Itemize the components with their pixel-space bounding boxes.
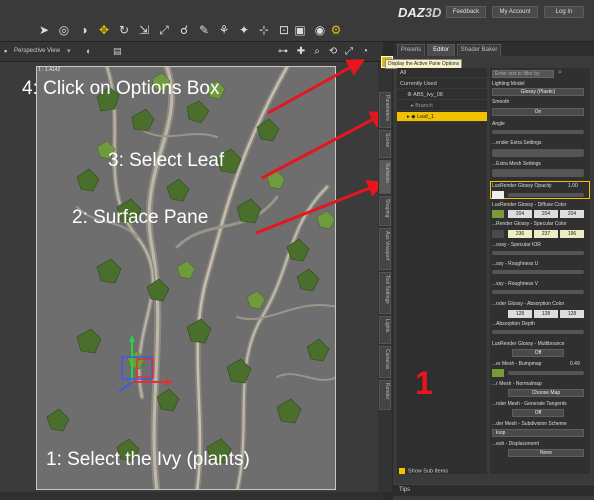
tips-label: Tips xyxy=(399,487,411,493)
property-list: Enter text to filter by ⌕ Lighting Model… xyxy=(490,68,590,474)
absorption-r[interactable]: 128 xyxy=(508,310,532,318)
diffuse-label: LuxRender Glossy - Diffuse Color xyxy=(492,202,567,208)
opacity-value[interactable]: 1.00 xyxy=(568,183,578,189)
multibounce-label: LuxRender Glossy - Multibounce xyxy=(492,341,565,347)
lighting-model-label: Lighting Model xyxy=(492,81,525,87)
tangents-toggle[interactable]: Off xyxy=(512,409,564,417)
specular-map-swatch[interactable] xyxy=(492,230,504,238)
tab-scene[interactable]: Scene xyxy=(379,130,391,158)
tree-item-all[interactable]: All xyxy=(397,68,487,78)
abs-depth-label: ...Absorption Depth xyxy=(492,321,535,327)
viewport-bottom-bar xyxy=(0,492,383,500)
side-tab-strip: Parameters Scene Surfaces Shaping Aux Vi… xyxy=(378,62,392,492)
opacity-label: LuxRender Glossy Opacity xyxy=(492,183,552,189)
show-sub-items-label: Show Sub Items xyxy=(408,468,449,475)
tab-lights[interactable]: Lights xyxy=(379,316,391,344)
tab-cameras[interactable]: Cameras xyxy=(379,346,391,378)
tab-label: Render xyxy=(384,383,390,400)
tab-tool-settings[interactable]: Tool Settings xyxy=(379,272,391,314)
tree-label: AB5_Ivy_08 xyxy=(413,92,443,98)
filter-input[interactable]: Enter text to filter by xyxy=(492,70,554,78)
specular-g[interactable]: 237 xyxy=(534,230,558,238)
pane-tabs: Presets Editor Shader Baker xyxy=(393,42,594,56)
absorption-g[interactable]: 128 xyxy=(534,310,558,318)
multibounce-toggle[interactable]: Off xyxy=(512,349,564,357)
rough-v-slider[interactable] xyxy=(492,290,584,294)
tree-label: Leaf_1 xyxy=(417,114,434,120)
tree-item-currently-used[interactable]: Currently Used xyxy=(397,79,487,89)
search-icon[interactable]: ⌕ xyxy=(558,69,562,77)
subdiv-select[interactable]: loop xyxy=(492,429,584,437)
tree-item-branch[interactable]: ▸ Branch xyxy=(397,101,487,111)
normalmap-label: ...r Mesh - Normalmap xyxy=(492,381,542,387)
smooth-label: Smooth xyxy=(492,99,510,105)
diffuse-g[interactable]: 204 xyxy=(534,210,558,218)
tab-editor[interactable]: Editor xyxy=(427,44,455,56)
show-sub-items[interactable]: Show Sub Items xyxy=(399,468,448,474)
extra-mesh-group[interactable] xyxy=(492,169,584,177)
tab-label: Aux Viewport xyxy=(384,231,390,261)
tab-label: Lights xyxy=(384,319,390,333)
checkbox-checked-icon[interactable] xyxy=(399,468,405,474)
specular-b[interactable]: 196 xyxy=(560,230,584,238)
opacity-map-swatch[interactable] xyxy=(492,191,504,199)
tab-label: Tool Settings xyxy=(384,275,390,304)
tab-label: Cameras xyxy=(384,349,390,370)
bumpmap-value[interactable]: 0.49 xyxy=(570,361,580,367)
bumpmap-slider[interactable] xyxy=(508,371,584,375)
bumpmap-swatch[interactable] xyxy=(492,369,504,377)
tree-label: Branch xyxy=(415,103,433,109)
render-extra-group[interactable] xyxy=(492,149,584,157)
surfaces-pane: Presets Editor Shader Baker ≡ Display th… xyxy=(381,42,594,500)
smooth-toggle[interactable]: On xyxy=(492,108,584,116)
opacity-slider[interactable] xyxy=(508,193,584,197)
tab-parameters[interactable]: Parameters xyxy=(379,92,391,128)
tab-render[interactable]: Render xyxy=(379,380,391,410)
tips-bar[interactable]: Tips xyxy=(393,484,594,496)
tab-surfaces[interactable]: Surfaces xyxy=(379,160,391,194)
extra-mesh-label: ...Extra Mesh Settings xyxy=(492,161,541,167)
diffuse-map-swatch[interactable] xyxy=(492,210,504,218)
tab-label: Shaping xyxy=(384,199,390,218)
tree-item-leaf[interactable]: ▸ ◆ Leaf_1 xyxy=(397,112,487,122)
tree-item-ivy-figure[interactable]: ⚙ AB5_Ivy_08 xyxy=(397,90,487,100)
displacement-label: ...esh - Displacement xyxy=(492,441,539,447)
abs-depth-slider[interactable] xyxy=(492,330,584,334)
normalmap-choose[interactable]: Choose Map xyxy=(508,389,584,397)
absorption-label: ...nder Glossy - Absorption Color xyxy=(492,301,565,307)
tab-presets[interactable]: Presets xyxy=(397,44,425,56)
bumpmap-label: ...er Mesh - Bumpmap xyxy=(492,361,542,367)
subdiv-label: ...der Mesh - Subdivision Scheme xyxy=(492,421,567,427)
surface-tree: All Currently Used ⚙ AB5_Ivy_08 ▸ Branch… xyxy=(397,68,487,474)
tab-shaping[interactable]: Shaping xyxy=(379,196,391,226)
render-extra-label: ...ender Extra Settings xyxy=(492,140,542,146)
diffuse-r[interactable]: 204 xyxy=(508,210,532,218)
tab-label: Surfaces xyxy=(384,163,390,183)
tab-aux-viewport[interactable]: Aux Viewport xyxy=(379,228,391,270)
diffuse-b[interactable]: 204 xyxy=(560,210,584,218)
lighting-model-select[interactable]: Glossy (Plastic) xyxy=(492,88,584,96)
displacement-choose[interactable]: None xyxy=(508,449,584,457)
ior-slider[interactable] xyxy=(492,251,584,255)
annotation-big-number: 1 xyxy=(415,365,433,401)
ior-label: ...ossy - Specular IOR xyxy=(492,242,541,248)
angle-slider[interactable] xyxy=(492,130,584,134)
absorption-b[interactable]: 128 xyxy=(560,310,584,318)
rough-u-slider[interactable] xyxy=(492,270,584,274)
angle-label: Angle xyxy=(492,121,505,127)
tab-label: Parameters xyxy=(384,95,390,121)
rough-u-label: ...ssy - Roughness U xyxy=(492,261,539,267)
rough-v-label: ...ssy - Roughness V xyxy=(492,281,539,287)
specular-label: ...Render Glossy - Specular Color xyxy=(492,221,567,227)
tab-label: Scene xyxy=(384,133,390,148)
specular-r[interactable]: 236 xyxy=(508,230,532,238)
tangents-label: ...nder Mesh - Generate Tangents xyxy=(492,401,567,407)
tab-shader-baker[interactable]: Shader Baker xyxy=(457,44,501,56)
